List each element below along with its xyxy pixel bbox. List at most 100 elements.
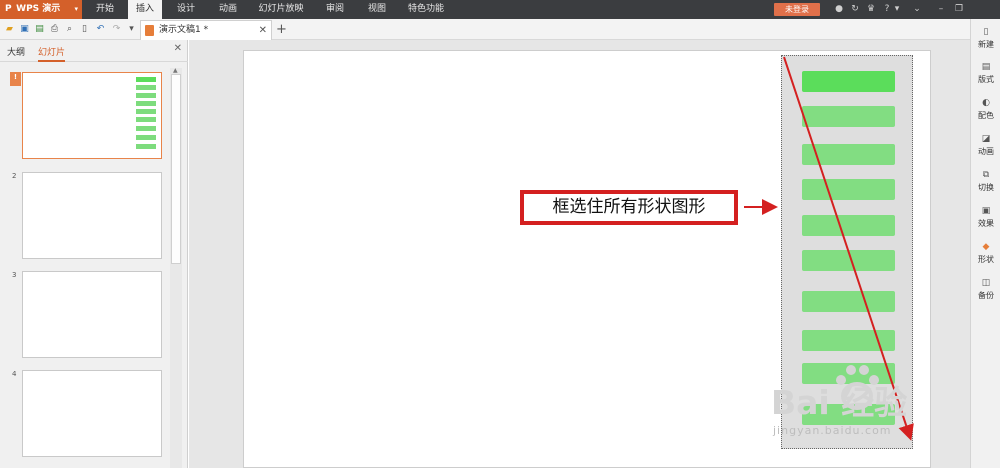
sidebar-item-layout[interactable]: ▤ 版式: [971, 60, 1000, 94]
menu-view[interactable]: 视图: [362, 0, 392, 19]
quick-access-toolbar: ▰ ▣ ▤ ⎙ ⌕ ▯ ↶ ↷ ▾ 演示文稿1 * ✕ +: [0, 19, 970, 40]
presentation-file-icon: [145, 25, 154, 36]
wps-app-button[interactable]: P WPS 演示 ▾: [0, 0, 82, 19]
collapse-ribbon-icon[interactable]: ⌄: [912, 4, 922, 14]
help-icon[interactable]: ?: [882, 4, 892, 14]
layout-icon: ▤: [981, 62, 991, 72]
new-slide-icon: ▯: [983, 27, 989, 37]
menu-insert[interactable]: 插入: [128, 0, 162, 19]
tab-outline[interactable]: 大纲: [7, 45, 25, 58]
undo-icon[interactable]: ↶: [95, 24, 106, 35]
sidebar-item-label: 版式: [978, 75, 994, 84]
menu-review[interactable]: 审阅: [320, 0, 350, 19]
animation-icon: ◪: [981, 134, 991, 144]
green-shape[interactable]: [802, 106, 895, 127]
open-folder-icon[interactable]: ▰: [4, 24, 15, 35]
sidebar-item-animation[interactable]: ◪ 动画: [971, 132, 1000, 166]
save-icon[interactable]: ▣: [19, 24, 30, 35]
scrollbar-thumb[interactable]: [171, 74, 181, 264]
slide-thumbnail-2[interactable]: [22, 172, 162, 259]
watermark-url: jingyan.baidu.com: [773, 424, 892, 437]
title-bar: P WPS 演示 ▾ 开始 插入 设计 动画 幻灯片放映 审阅 视图 特色功能 …: [0, 0, 1000, 19]
print-icon[interactable]: ⎙: [49, 24, 60, 35]
sidebar-item-new[interactable]: ▯ 新建: [971, 25, 1000, 59]
backup-icon: ◫: [981, 278, 991, 288]
thumb-shape: [136, 93, 156, 98]
thumbnail-scrollbar[interactable]: ▲: [170, 67, 182, 468]
menu-design[interactable]: 设计: [171, 0, 201, 19]
refresh-icon[interactable]: ↻: [850, 4, 860, 14]
sidebar-item-label: 配色: [978, 111, 994, 120]
app-name: WPS 演示: [16, 4, 61, 14]
close-panel-icon[interactable]: ✕: [174, 43, 182, 54]
green-shape[interactable]: [802, 215, 895, 236]
annotation-callout: 框选住所有形状图形: [520, 190, 738, 225]
panel-tabs: 大纲 幻灯片 ✕: [0, 40, 188, 62]
thumb-shape: [136, 126, 156, 131]
slide-number-2: 2: [12, 172, 17, 180]
transition-icon: ⧉: [982, 170, 990, 180]
sidebar-item-shapes[interactable]: ◆ 形状: [971, 240, 1000, 274]
help-dropdown-icon[interactable]: ▾: [892, 4, 902, 14]
minimize-icon[interactable]: –: [936, 4, 946, 14]
thumb-shape: [136, 85, 156, 90]
watermark-brand: Bai 经验: [771, 383, 908, 422]
slide-number-3: 3: [12, 271, 17, 279]
effects-icon: ▣: [981, 206, 991, 216]
sidebar-item-transition[interactable]: ⧉ 切换: [971, 168, 1000, 202]
close-tab-icon[interactable]: ✕: [259, 21, 267, 40]
menu-slideshow[interactable]: 幻灯片放映: [255, 0, 307, 19]
thumb-shape: [136, 101, 156, 106]
login-button[interactable]: 未登录: [774, 3, 820, 16]
thumb-shape: [136, 109, 156, 114]
sidebar-item-label: 动画: [978, 147, 994, 156]
sidebar-item-effects[interactable]: ▣ 效果: [971, 204, 1000, 238]
wps-logo-icon: P: [5, 4, 12, 14]
slide-thumbnail-4[interactable]: [22, 370, 162, 457]
sidebar-item-label: 效果: [978, 219, 994, 228]
thumb-shape: [136, 144, 156, 149]
sidebar-item-label: 新建: [978, 40, 994, 49]
menu-home[interactable]: 开始: [90, 0, 120, 19]
slide-thumbnail-3[interactable]: [22, 271, 162, 358]
thumb-shape: [136, 135, 156, 140]
callout-text: 框选住所有形状图形: [552, 197, 706, 217]
export-icon[interactable]: ▤: [34, 24, 45, 35]
restore-icon[interactable]: ❐: [954, 4, 964, 14]
green-shape[interactable]: [802, 144, 895, 165]
slide-selected-marker: !: [10, 72, 21, 86]
chevron-down-icon: ▾: [74, 5, 78, 13]
slide-number-4: 4: [12, 370, 17, 378]
thumb-shape: [136, 77, 156, 82]
slide-thumbnail-1[interactable]: [22, 72, 162, 159]
task-sidebar: ▯ 新建 ▤ 版式 ◐ 配色 ◪ 动画 ⧉ 切换 ▣ 效果 ◆ 形状 ◫ 备份: [970, 19, 1000, 468]
menu-animation[interactable]: 动画: [213, 0, 243, 19]
cloud-sync-icon[interactable]: ●: [834, 4, 844, 14]
slide-panel: 大纲 幻灯片 ✕ ! 2 3 4 ▲: [0, 40, 188, 468]
thumb-shape: [136, 117, 156, 122]
sidebar-item-backup[interactable]: ◫ 备份: [971, 276, 1000, 310]
document-tab-title: 演示文稿1 *: [159, 25, 209, 35]
palette-icon: ◐: [982, 98, 990, 108]
scroll-up-icon[interactable]: ▲: [173, 67, 178, 74]
print-preview-icon[interactable]: ⌕: [64, 24, 75, 35]
tab-slides[interactable]: 幻灯片: [38, 45, 66, 62]
shapes-icon: ◆: [982, 242, 990, 252]
green-shape[interactable]: [802, 330, 895, 351]
green-shape[interactable]: [802, 250, 895, 271]
green-shape[interactable]: [802, 71, 895, 92]
sidebar-item-label: 形状: [978, 255, 994, 264]
menu-special-features[interactable]: 特色功能: [404, 0, 448, 19]
new-tab-button[interactable]: +: [276, 19, 287, 40]
new-doc-icon[interactable]: ▯: [79, 24, 90, 35]
sidebar-item-label: 备份: [978, 291, 994, 300]
document-tab[interactable]: 演示文稿1 * ✕: [140, 20, 272, 40]
green-shape[interactable]: [802, 291, 895, 312]
green-shape[interactable]: [802, 179, 895, 200]
redo-icon[interactable]: ↷: [111, 24, 122, 35]
customize-toolbar-icon[interactable]: ▾: [126, 24, 137, 35]
skin-icon[interactable]: ♛: [866, 4, 876, 14]
sidebar-item-color-scheme[interactable]: ◐ 配色: [971, 96, 1000, 130]
baidu-watermark: Bai 经验 jingyan.baidu.com: [765, 362, 955, 442]
sidebar-item-label: 切换: [978, 183, 994, 192]
